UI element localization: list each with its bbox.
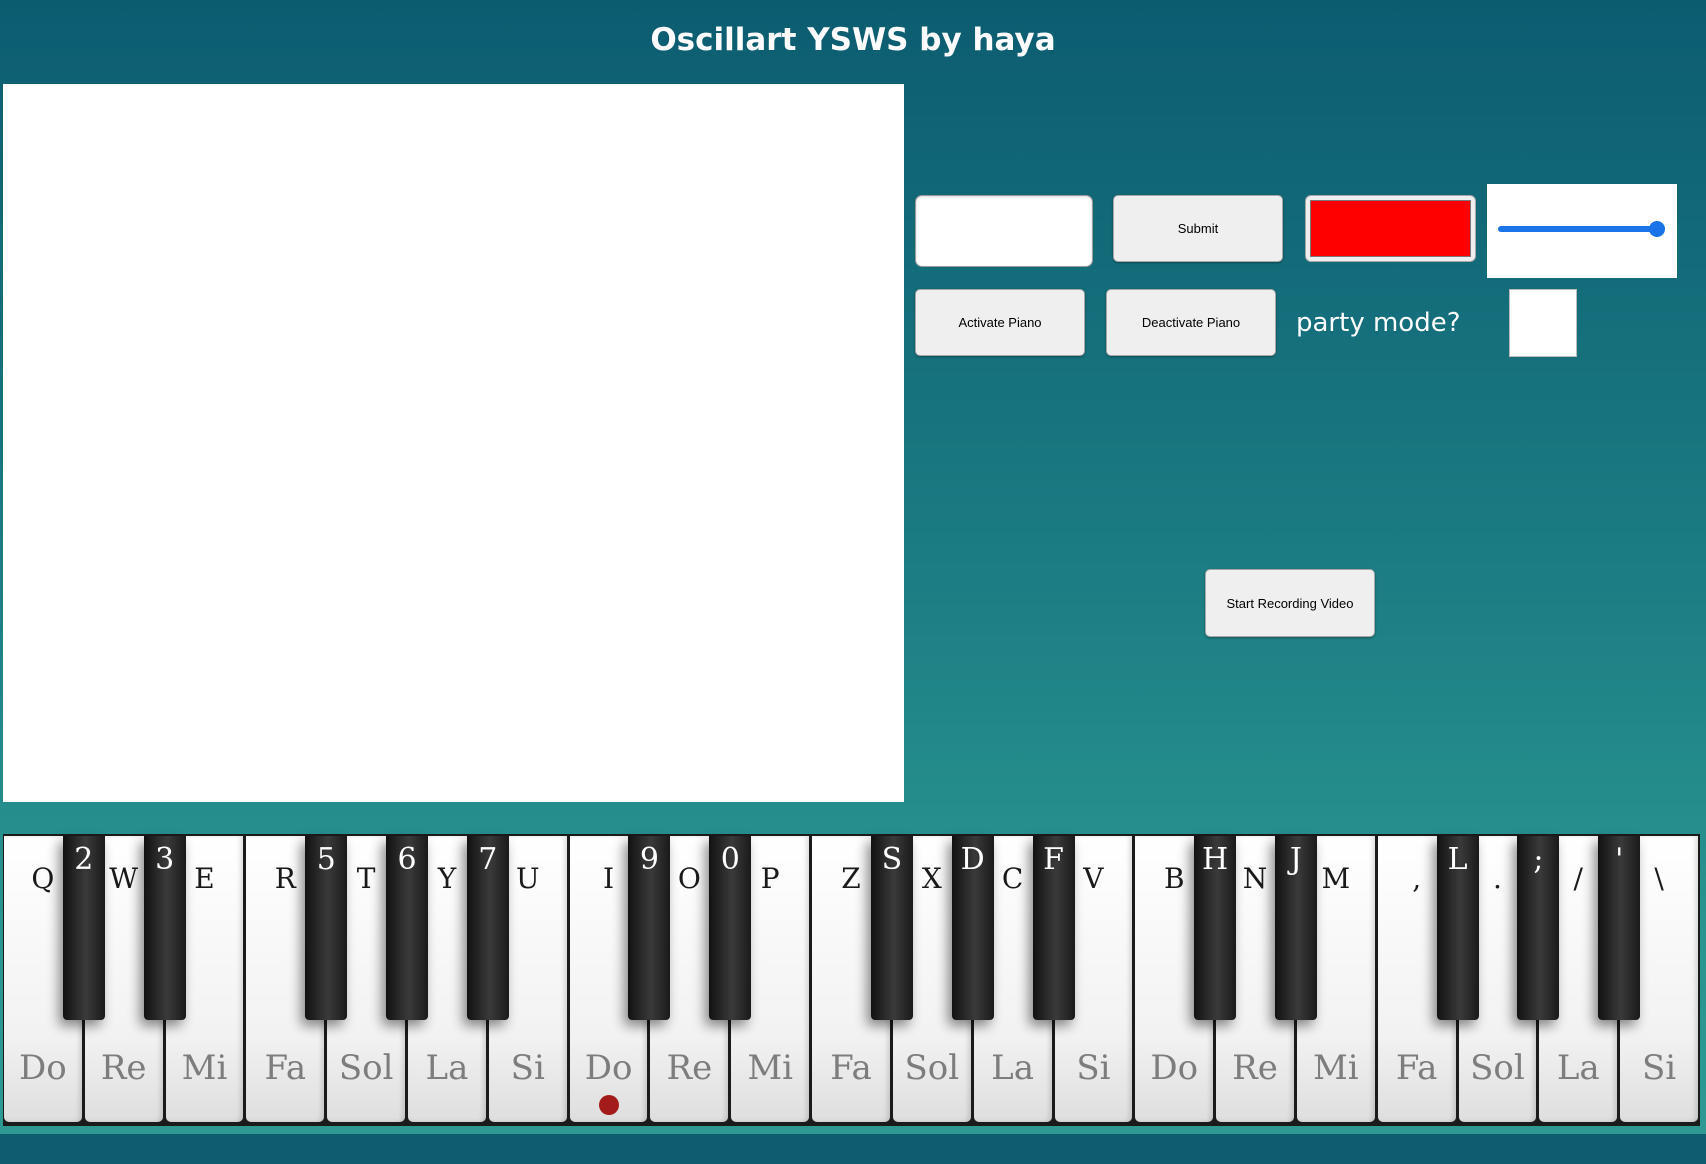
key-shortcut-label: 7 <box>478 842 498 877</box>
note-name-label: Sol <box>904 1048 960 1088</box>
key-shortcut-label: S <box>881 842 903 877</box>
activate-piano-button[interactable]: Activate Piano <box>915 289 1085 356</box>
deactivate-piano-button[interactable]: Deactivate Piano <box>1106 289 1276 356</box>
note-name-label: Sol <box>1470 1048 1525 1088</box>
black-key[interactable]: D <box>951 836 994 1020</box>
black-key[interactable]: 0 <box>709 836 752 1020</box>
start-recording-label: Start Recording Video <box>1226 595 1354 611</box>
black-key[interactable]: L <box>1436 836 1479 1020</box>
black-key[interactable]: 2 <box>62 836 105 1020</box>
black-key[interactable]: ; <box>1517 836 1560 1020</box>
submit-button-label: Submit <box>1177 221 1219 236</box>
note-name-label: Sol <box>338 1048 394 1088</box>
note-name-label: Re <box>100 1048 147 1088</box>
key-shortcut-label: 3 <box>155 842 175 877</box>
footer-strip <box>0 1134 1706 1164</box>
black-key[interactable]: 6 <box>386 836 429 1020</box>
color-swatch <box>1310 200 1471 257</box>
black-key[interactable]: 7 <box>466 836 509 1020</box>
note-name-label: Re <box>666 1048 713 1088</box>
start-recording-button[interactable]: Start Recording Video <box>1205 569 1375 637</box>
note-name-label: Mi <box>1312 1048 1359 1088</box>
drawing-canvas[interactable] <box>3 84 904 802</box>
slider-container <box>1487 184 1677 278</box>
key-shortcut-label: ; <box>1533 842 1544 877</box>
color-picker[interactable] <box>1305 195 1476 262</box>
black-key[interactable]: S <box>870 836 913 1020</box>
note-name-label: La <box>1556 1048 1600 1088</box>
key-shortcut-label: 9 <box>639 842 660 877</box>
note-name-label: Mi <box>181 1048 228 1088</box>
key-shortcut-label: ' <box>1615 842 1624 877</box>
note-name-label: Fa <box>1395 1048 1438 1088</box>
key-shortcut-label: D <box>960 842 985 877</box>
key-shortcut-label: 2 <box>74 842 94 877</box>
key-shortcut-label: 5 <box>316 842 336 877</box>
black-key[interactable]: H <box>1194 836 1237 1020</box>
black-key[interactable]: 3 <box>143 836 186 1020</box>
note-name-label: Do <box>1150 1048 1199 1088</box>
note-name-label: Do <box>584 1048 633 1088</box>
note-name-label: La <box>425 1048 469 1088</box>
note-name-label: Fa <box>264 1048 307 1088</box>
note-name-label: Si <box>1076 1048 1111 1088</box>
key-shortcut-label: F <box>1043 842 1064 877</box>
key-shortcut-label: J <box>1289 842 1302 877</box>
key-shortcut-label: 6 <box>397 842 417 877</box>
note-name-label: Re <box>1232 1048 1278 1088</box>
slider-thumb[interactable] <box>1649 221 1665 237</box>
middle-c-marker <box>598 1095 619 1115</box>
black-key[interactable]: 5 <box>305 836 348 1020</box>
note-name-label: Si <box>510 1048 545 1088</box>
piano-keyboard: Q Do W Re E Mi R Fa T Sol Y La U Si I Do O Re P Mi Z Fa X Sol C L… <box>3 834 1700 1126</box>
black-key[interactable]: F <box>1032 836 1075 1020</box>
black-key[interactable]: 9 <box>628 836 671 1020</box>
note-name-label: Fa <box>830 1048 872 1088</box>
frequency-input[interactable] <box>915 195 1093 267</box>
note-name-label: Mi <box>747 1048 794 1088</box>
page-title: Oscillart YSWS by haya <box>650 22 1056 58</box>
black-key[interactable]: ' <box>1598 836 1641 1020</box>
note-name-label: Do <box>19 1048 67 1088</box>
note-name-label: Si <box>1642 1048 1677 1088</box>
key-shortcut-label: H <box>1202 842 1229 877</box>
note-name-label: La <box>991 1048 1035 1088</box>
key-shortcut-label: 0 <box>720 842 740 877</box>
volume-slider[interactable] <box>1498 226 1656 232</box>
submit-button[interactable]: Submit <box>1113 195 1283 262</box>
key-shortcut-label: L <box>1447 842 1468 877</box>
party-mode-label: party mode? <box>1296 308 1461 338</box>
black-key[interactable]: J <box>1274 836 1317 1020</box>
deactivate-piano-label: Deactivate Piano <box>1141 315 1241 330</box>
party-mode-checkbox[interactable] <box>1509 289 1577 357</box>
activate-piano-label: Activate Piano <box>958 315 1042 330</box>
